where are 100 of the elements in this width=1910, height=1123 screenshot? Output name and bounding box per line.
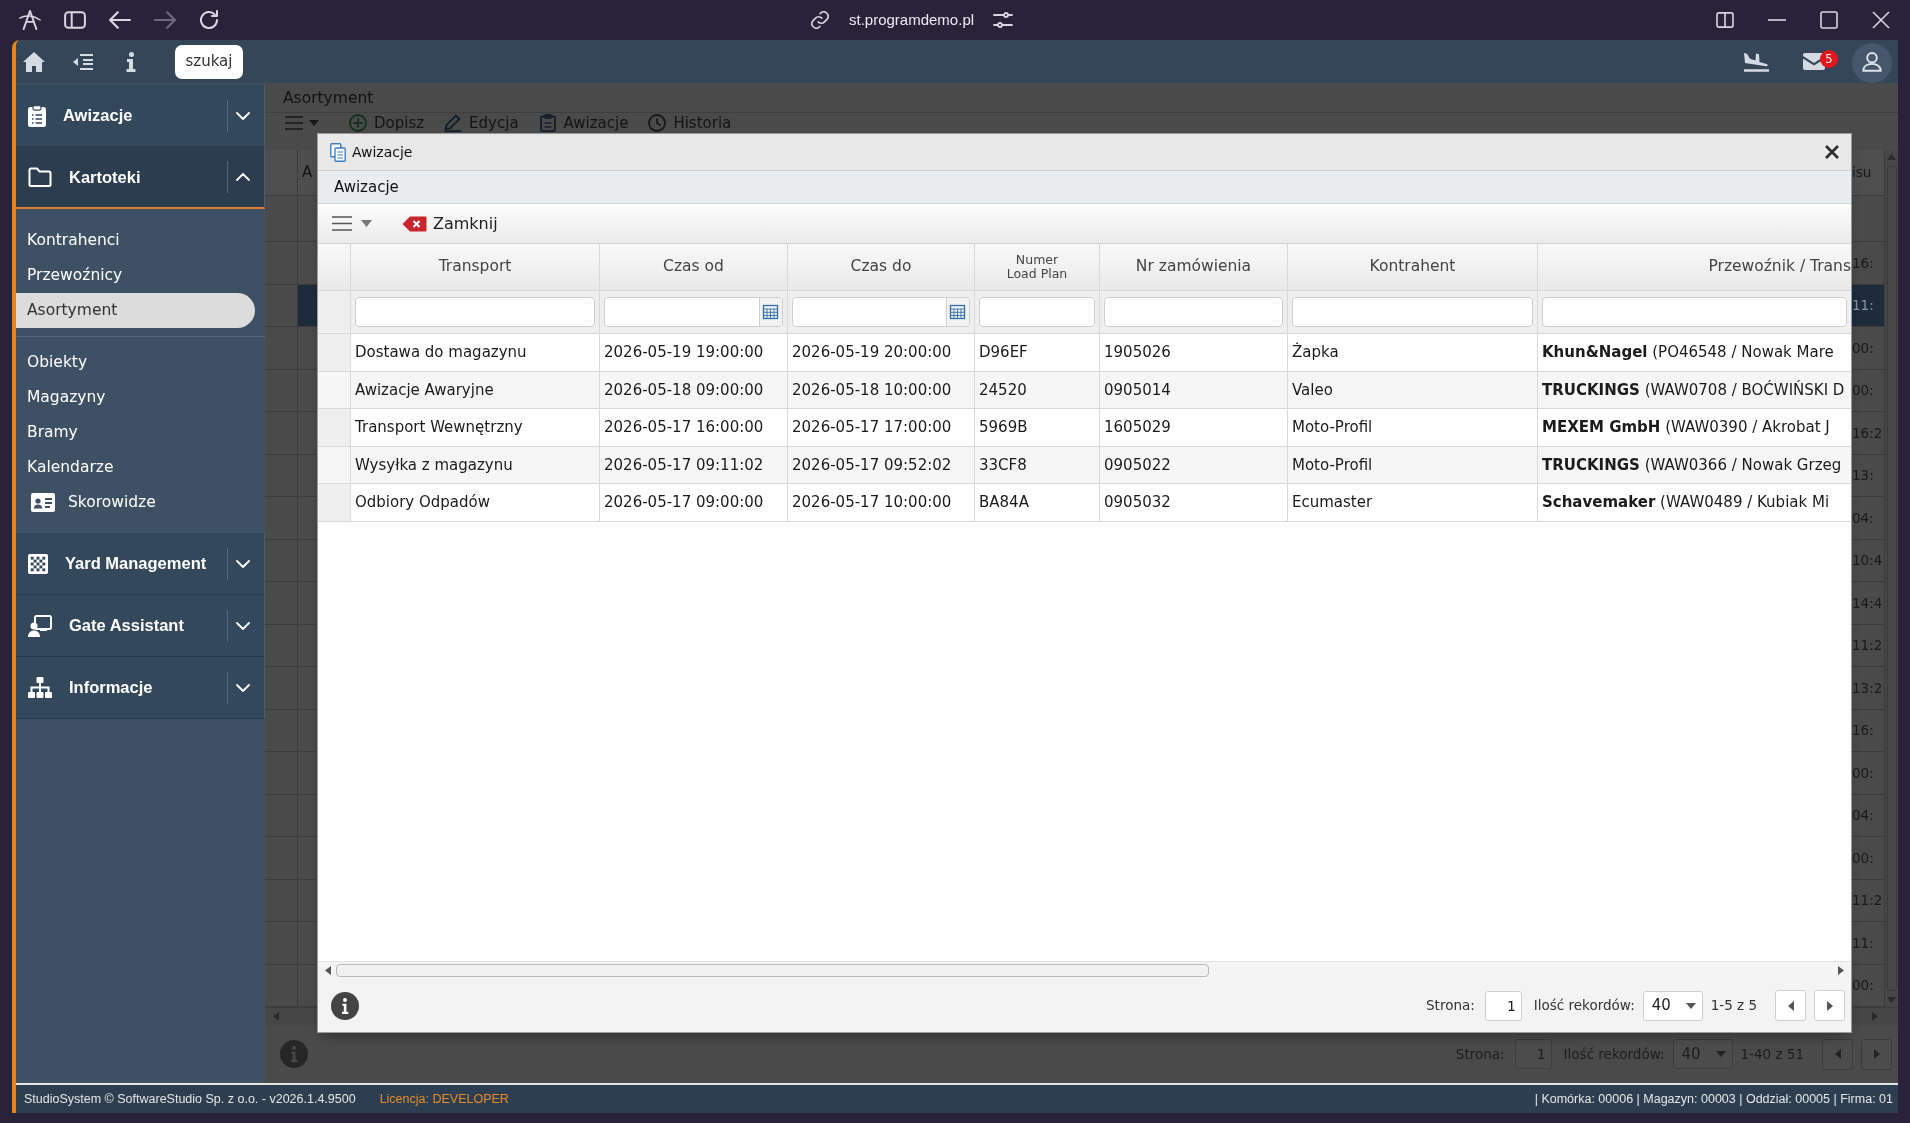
page-title: Asortyment bbox=[265, 83, 1898, 113]
back-arrow-icon[interactable] bbox=[109, 11, 131, 29]
table-cell: Valeo bbox=[1288, 371, 1538, 410]
date-filter-field[interactable] bbox=[792, 297, 970, 327]
info-icon[interactable] bbox=[126, 51, 136, 72]
sidebar-item[interactable]: Skorowidze bbox=[16, 485, 255, 520]
close-icon[interactable] bbox=[1872, 11, 1890, 29]
table-cell: Wysyłka z magazynu bbox=[351, 446, 600, 485]
page-label: Strona: bbox=[1426, 996, 1475, 1016]
date-filter-field[interactable] bbox=[604, 297, 783, 327]
filter-field[interactable] bbox=[1104, 297, 1283, 327]
maximize-icon[interactable] bbox=[1820, 11, 1838, 29]
table-cell: TRUCKINGS (WAW0366 / Nowak Grzeg bbox=[1538, 446, 1851, 485]
table-cell: 2026-05-17 09:52:02 bbox=[788, 446, 975, 485]
id-card-icon bbox=[31, 493, 55, 512]
column-header[interactable]: Transport bbox=[351, 244, 600, 291]
outdent-icon[interactable] bbox=[72, 52, 94, 71]
page-input[interactable]: 1 bbox=[1484, 990, 1522, 1021]
table-cell: Awizacje Awaryjne bbox=[351, 371, 600, 410]
sliders-icon[interactable] bbox=[993, 12, 1014, 28]
copyright-text: StudioSystem © SoftwareStudio Sp. z o.o. - v2026.1.4.9500 bbox=[24, 1090, 356, 1108]
chevron-down-icon bbox=[236, 559, 250, 568]
sidebar-section-header[interactable]: Awizacje bbox=[16, 85, 265, 147]
column-header[interactable]: Czas od bbox=[600, 244, 788, 291]
column-header[interactable]: Kontrahent bbox=[1288, 244, 1538, 291]
table-cell: Ecumaster bbox=[1288, 484, 1538, 522]
scrollbar-thumb[interactable] bbox=[336, 964, 1209, 977]
user-avatar-icon[interactable] bbox=[1852, 42, 1892, 83]
scroll-right-icon bbox=[1872, 1012, 1878, 1021]
address-bar-url[interactable]: st.programdemo.pl bbox=[849, 8, 975, 32]
reload-icon[interactable] bbox=[199, 10, 219, 30]
page-size-select[interactable]: 40 bbox=[1642, 990, 1703, 1021]
forward-arrow-icon[interactable] bbox=[154, 11, 176, 29]
table-cell: MEXEM GmbH (WAW0390 / Akrobat J bbox=[1538, 409, 1851, 447]
caret-icon bbox=[361, 220, 372, 227]
sidebar-item[interactable]: Bramy bbox=[16, 415, 255, 450]
grid-menu-button[interactable] bbox=[332, 216, 372, 231]
table-cell: 0905032 bbox=[1100, 484, 1288, 522]
sidebar-item[interactable]: Kontrahenci bbox=[16, 223, 255, 258]
sidebar-section-header[interactable]: Kartoteki bbox=[16, 147, 265, 209]
scroll-down-icon bbox=[1887, 997, 1896, 1003]
column-header[interactable]: Przewoźnik / Trans bbox=[1538, 244, 1851, 291]
license-text: Licencja: DEVELOPER bbox=[379, 1090, 509, 1108]
table-cell: 1605029 bbox=[1100, 409, 1288, 447]
chevron-down-icon bbox=[236, 111, 250, 120]
sidebar-item[interactable]: Obiekty bbox=[16, 345, 255, 380]
sidebar-item[interactable]: Magazyny bbox=[16, 380, 255, 415]
documents-icon bbox=[330, 142, 346, 162]
split-view-icon[interactable] bbox=[1716, 12, 1734, 28]
info-icon[interactable] bbox=[331, 991, 359, 1020]
home-icon[interactable] bbox=[22, 50, 46, 73]
vertical-scrollbar[interactable] bbox=[1884, 150, 1898, 1007]
table-cell: Moto-Profil bbox=[1288, 446, 1538, 485]
sidebar-item[interactable]: Kalendarze bbox=[16, 450, 255, 485]
table-cell: 24520 bbox=[975, 371, 1100, 410]
sidebar-section-header[interactable]: Informacje bbox=[16, 657, 265, 719]
column-header[interactable]: Czas do bbox=[788, 244, 975, 291]
row-header bbox=[318, 409, 351, 447]
dialog-title: Awizacje bbox=[352, 142, 413, 162]
table-cell: D96EF bbox=[975, 334, 1100, 372]
clipboard-icon bbox=[538, 114, 557, 132]
menu-icon bbox=[332, 216, 352, 231]
table-cell: Khun&Nagel (PO46548 / Nowak Mare bbox=[1538, 334, 1851, 372]
filter-field[interactable] bbox=[1292, 297, 1533, 327]
sidebar-item[interactable]: Przewoźnicy bbox=[16, 258, 255, 293]
close-toolbar-button[interactable]: Zamknij bbox=[402, 211, 498, 236]
sidebar-item[interactable]: Asortyment bbox=[16, 293, 255, 328]
horizontal-scrollbar[interactable] bbox=[318, 961, 1851, 979]
row-header bbox=[318, 484, 351, 522]
table-cell: 0905022 bbox=[1100, 446, 1288, 485]
caret-icon bbox=[1715, 1051, 1726, 1057]
sidebar-section-header[interactable]: Yard Management bbox=[16, 533, 265, 595]
scroll-left-icon bbox=[325, 966, 331, 975]
table-cell: 2026-05-18 10:00:00 bbox=[788, 371, 975, 410]
calendar-icon bbox=[946, 298, 969, 326]
section-title: Awizacje bbox=[333, 176, 399, 198]
table-cell: Moto-Profil bbox=[1288, 409, 1538, 447]
caret-left-icon bbox=[1834, 1049, 1841, 1059]
chevron-up-icon bbox=[236, 173, 250, 181]
sidebar-section-header[interactable]: Gate Assistant bbox=[16, 595, 265, 657]
landing-plane-icon[interactable] bbox=[1743, 51, 1770, 72]
column-header[interactable]: Numer Load Plan bbox=[975, 244, 1100, 291]
table-cell: Odbiory Odpadów bbox=[351, 484, 600, 522]
chevron-down-icon bbox=[236, 621, 250, 630]
logo-icon[interactable] bbox=[19, 9, 41, 31]
caret-right-icon bbox=[1826, 1000, 1833, 1011]
table-cell: Transport Wewnętrzny bbox=[351, 409, 600, 447]
filter-field[interactable] bbox=[1542, 297, 1847, 327]
close-button[interactable] bbox=[1825, 145, 1839, 159]
link-icon[interactable] bbox=[811, 11, 829, 29]
filter-field[interactable] bbox=[979, 297, 1095, 327]
sidebar-toggle-icon[interactable] bbox=[64, 11, 86, 29]
table-cell: 5969B bbox=[975, 409, 1100, 447]
caret-left-icon bbox=[1787, 1000, 1794, 1011]
filter-field[interactable] bbox=[355, 297, 595, 327]
search-button[interactable]: szukaj bbox=[175, 44, 243, 79]
table-cell: 33CF8 bbox=[975, 446, 1100, 485]
scroll-up-icon bbox=[1887, 154, 1896, 160]
checkered-grid-icon bbox=[28, 553, 48, 574]
column-header[interactable]: Nr zamówienia bbox=[1100, 244, 1288, 291]
